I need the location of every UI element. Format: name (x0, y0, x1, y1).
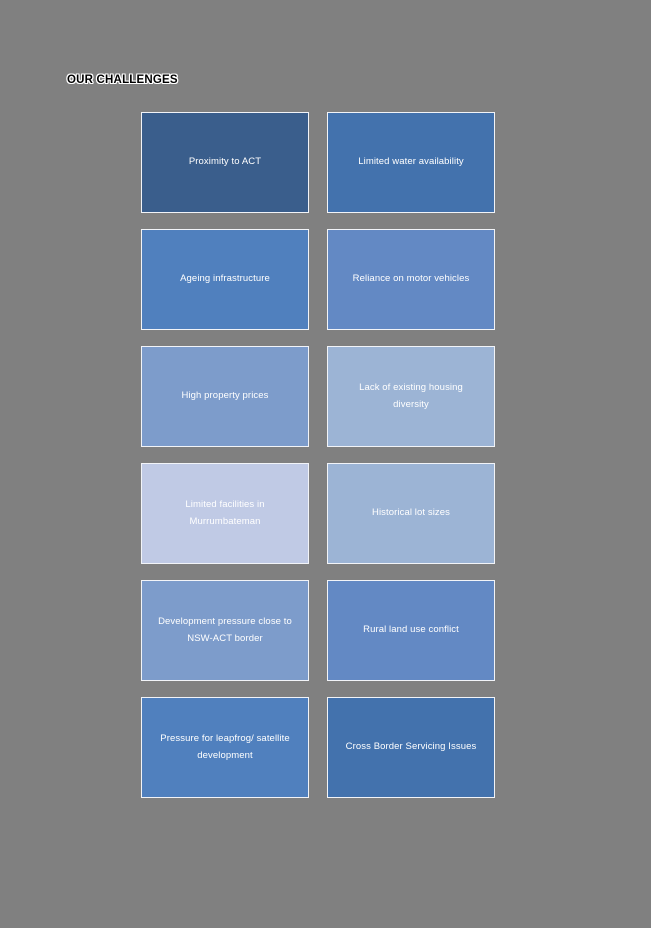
challenge-card[interactable]: Development pressure close to NSW-ACT bo… (141, 580, 309, 681)
challenge-card-label: Ageing infrastructure (180, 273, 270, 285)
challenge-card-label: Proximity to ACT (188, 156, 262, 168)
challenge-card[interactable]: Proximity to ACT (141, 112, 309, 213)
challenge-card[interactable]: Reliance on motor vehicles (327, 229, 495, 330)
challenge-card-label: Historical lot sizes (371, 507, 451, 519)
challenge-card-label: Cross Border Servicing Issues (345, 741, 477, 753)
challenge-card-label: Rural land use conflict (363, 624, 459, 636)
challenge-card[interactable]: Cross Border Servicing Issues (327, 697, 495, 798)
challenge-card-label: Lack of existing housing diversity (359, 381, 463, 410)
challenge-card[interactable]: Ageing infrastructure (141, 229, 309, 330)
challenge-card[interactable]: Limited water availability (327, 112, 495, 213)
challenge-card[interactable]: High property prices (141, 346, 309, 447)
challenge-card[interactable]: Lack of existing housing diversity (327, 346, 495, 447)
challenge-card[interactable]: Limited facilities in Murrumbateman (141, 463, 309, 564)
challenge-card-label: Limited facilities in Murrumbateman (185, 498, 265, 527)
challenge-card-label: High property prices (181, 390, 269, 402)
challenge-card[interactable]: Historical lot sizes (327, 463, 495, 564)
challenge-card-label: Limited water availability (358, 156, 464, 168)
challenge-card-label: Reliance on motor vehicles (352, 273, 470, 285)
challenge-card[interactable]: Rural land use conflict (327, 580, 495, 681)
page-title: OUR CHALLENGES (67, 74, 178, 86)
challenge-card-label: Pressure for leapfrog/ satellite develop… (160, 732, 290, 761)
challenge-card[interactable]: Pressure for leapfrog/ satellite develop… (141, 697, 309, 798)
challenge-card-label: Development pressure close to NSW-ACT bo… (158, 615, 292, 644)
challenge-card-grid: Proximity to ACT Limited water availabil… (141, 112, 495, 798)
